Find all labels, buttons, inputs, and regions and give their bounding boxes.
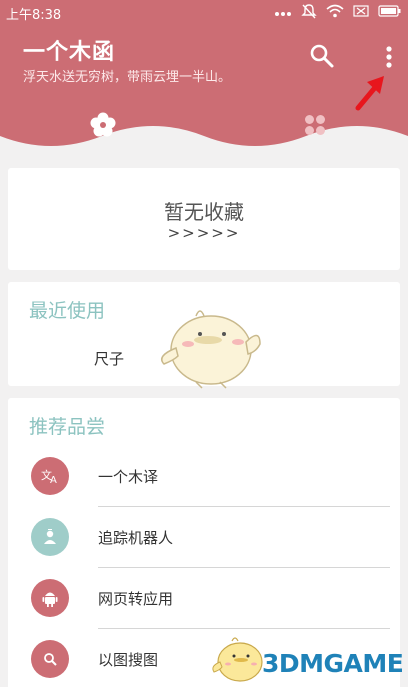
recent-section-title: 最近使用: [29, 300, 106, 322]
status-icons: [274, 3, 402, 23]
translate-icon: 文A: [31, 457, 69, 495]
wifi-icon: [326, 4, 344, 22]
more-options-button[interactable]: [378, 42, 400, 70]
battery-icon: [378, 5, 402, 21]
more-vert-icon: [386, 46, 392, 68]
list-item-translate[interactable]: 文A 一个木译: [28, 446, 390, 507]
favorites-empty-title: 暂无收藏: [164, 200, 244, 224]
search-icon: [310, 44, 334, 68]
app-subtitle: 浮天水送无穷树，带雨云埋一半山。: [23, 70, 232, 85]
clover-icon: [305, 115, 325, 135]
flower-icon: [90, 112, 116, 137]
recent-card: 最近使用 尺子: [8, 282, 400, 389]
list-item-web-to-app[interactable]: 网页转应用: [28, 568, 390, 629]
recommended-section-title: 推荐品尝: [29, 416, 106, 438]
status-bar: 上午8:38: [0, 0, 408, 24]
list-item-label: 一个木译: [98, 468, 159, 486]
list-item-label: 网页转应用: [98, 590, 174, 608]
watermark-mascot-icon: [212, 637, 263, 682]
person-icon: [31, 518, 69, 556]
search-button[interactable]: [308, 42, 336, 70]
search-icon: [31, 640, 69, 678]
favorites-card[interactable]: 暂无收藏 >>>>>: [8, 168, 400, 270]
dots-icon: [274, 6, 292, 21]
recent-item[interactable]: 尺子: [94, 348, 124, 369]
list-item-tracker-bot[interactable]: 追踪机器人: [28, 507, 390, 568]
watermark-text: 3DMGAME: [262, 649, 404, 678]
list-item-label: 追踪机器人: [98, 529, 174, 547]
tab-favorites[interactable]: [88, 110, 118, 140]
favorites-empty-arrows: >>>>>: [167, 224, 241, 242]
no-sim-icon: [353, 5, 369, 21]
app-title: 一个木函: [23, 40, 116, 65]
status-time: 上午8:38: [6, 8, 62, 23]
red-arrow-annotation: [355, 76, 384, 111]
header-wave: [0, 126, 408, 160]
recommended-card: 推荐品尝 文A 一个木译 追踪机器人 网页转应用 以图搜图: [8, 398, 400, 687]
mascot-icon: [161, 310, 261, 389]
svg-text:A: A: [50, 475, 57, 485]
tab-tools[interactable]: [300, 110, 330, 140]
mute-icon: [301, 3, 317, 23]
app-header: 上午8:38 一个木函 浮天水送无穷树，带雨云埋一半山。: [0, 0, 408, 160]
list-item-label: 以图搜图: [98, 651, 159, 669]
android-icon: [31, 579, 69, 617]
